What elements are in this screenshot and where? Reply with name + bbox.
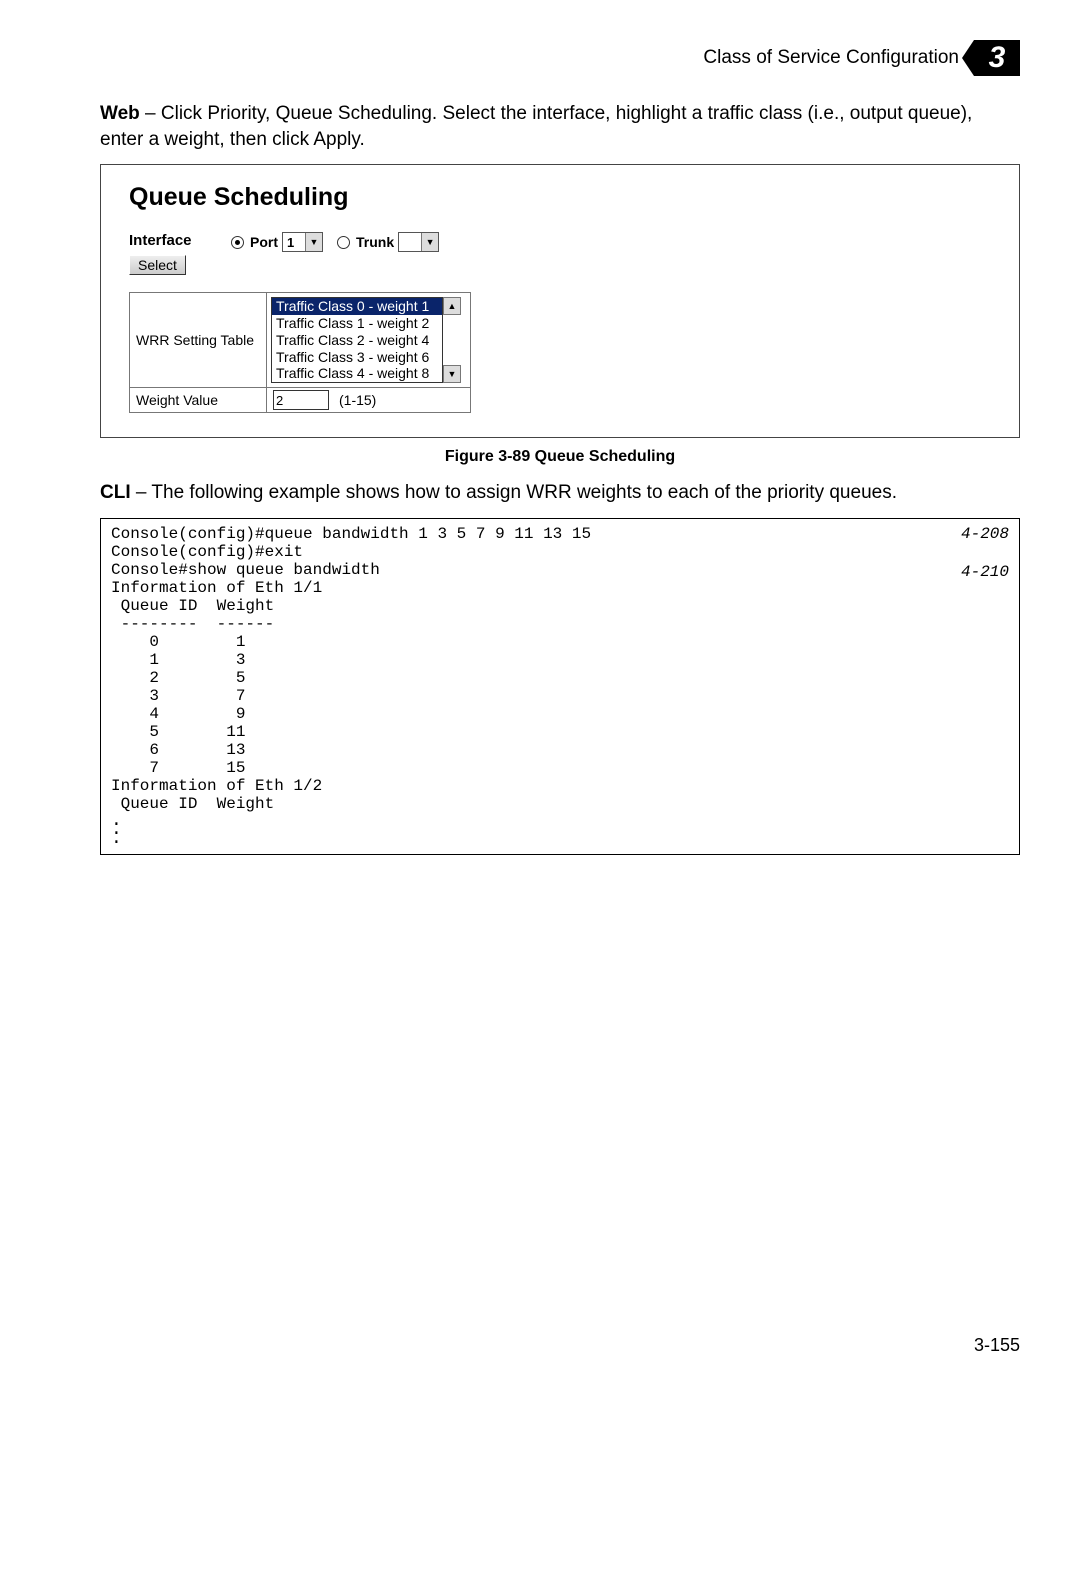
port-radio[interactable] <box>231 236 244 249</box>
web-text: – Click Priority, Queue Scheduling. Sele… <box>100 103 972 150</box>
cli-example: 4-208 Console(config)#queue bandwidth 1 3… <box>100 518 1020 855</box>
weight-hint: (1-15) <box>339 392 376 408</box>
list-item[interactable]: Traffic Class 1 - weight 2 <box>272 315 442 332</box>
page-number: 3-155 <box>100 1335 1020 1356</box>
port-value: 1 <box>283 235 305 250</box>
interface-options: Port 1 ▼ Trunk ▼ <box>231 232 439 252</box>
cli-label: CLI <box>100 482 131 503</box>
wrr-label: WRR Setting Table <box>130 293 267 387</box>
scroll-up-icon[interactable]: ▲ <box>443 297 461 315</box>
interface-label: Interface <box>129 232 217 249</box>
cli-line2: Console(config)#exit <box>111 543 303 561</box>
select-button[interactable]: Select <box>129 255 186 275</box>
trunk-radio[interactable] <box>337 236 350 249</box>
list-item[interactable]: Traffic Class 2 - weight 4 <box>272 332 442 349</box>
figure-caption: Figure 3-89 Queue Scheduling <box>100 448 1020 466</box>
screenshot-title: Queue Scheduling <box>129 183 991 212</box>
queue-scheduling-screenshot: Queue Scheduling Interface Select Port 1… <box>100 164 1020 438</box>
trunk-dropdown[interactable]: ▼ <box>398 232 439 252</box>
cli-text: – The following example shows how to ass… <box>131 482 897 503</box>
web-label: Web <box>100 103 140 124</box>
header-title: Class of Service Configuration <box>703 47 959 69</box>
chevron-down-icon: ▼ <box>305 233 322 251</box>
weight-input[interactable] <box>273 390 329 410</box>
port-label: Port <box>250 234 278 250</box>
cli-line3: Console#show queue bandwidth <box>111 561 380 579</box>
cli-ref-2: 4-210 <box>961 563 1009 581</box>
trunk-label: Trunk <box>356 234 394 250</box>
cli-body: Information of Eth 1/1 Queue ID Weight -… <box>111 579 322 813</box>
chapter-badge: 3 <box>974 40 1020 76</box>
vertical-ellipsis-icon: ... <box>111 817 1009 844</box>
scroll-down-icon[interactable]: ▼ <box>443 365 461 383</box>
port-dropdown[interactable]: 1 ▼ <box>282 232 323 252</box>
list-item[interactable]: Traffic Class 3 - weight 6 <box>272 349 442 366</box>
interface-row: Interface Select Port 1 ▼ Trunk ▼ <box>129 232 991 276</box>
wrr-setting-table: WRR Setting Table Traffic Class 0 - weig… <box>129 292 471 388</box>
weight-label: Weight Value <box>130 388 267 412</box>
wrr-listbox[interactable]: Traffic Class 0 - weight 1 Traffic Class… <box>271 297 443 383</box>
list-item[interactable]: Traffic Class 4 - weight 8 <box>272 365 442 382</box>
web-paragraph: Web – Click Priority, Queue Scheduling. … <box>100 101 1020 152</box>
weight-value-row: Weight Value (1-15) <box>129 388 471 413</box>
cli-line1: Console(config)#queue bandwidth 1 3 5 7 … <box>111 525 591 543</box>
cli-paragraph: CLI – The following example shows how to… <box>100 480 1020 506</box>
chevron-down-icon: ▼ <box>421 233 438 251</box>
listbox-scrollbar[interactable]: ▲ ▼ <box>443 297 461 383</box>
cli-ref-1: 4-208 <box>961 525 1009 543</box>
page-header: Class of Service Configuration 3 <box>100 40 1020 76</box>
list-item[interactable]: Traffic Class 0 - weight 1 <box>272 298 442 315</box>
